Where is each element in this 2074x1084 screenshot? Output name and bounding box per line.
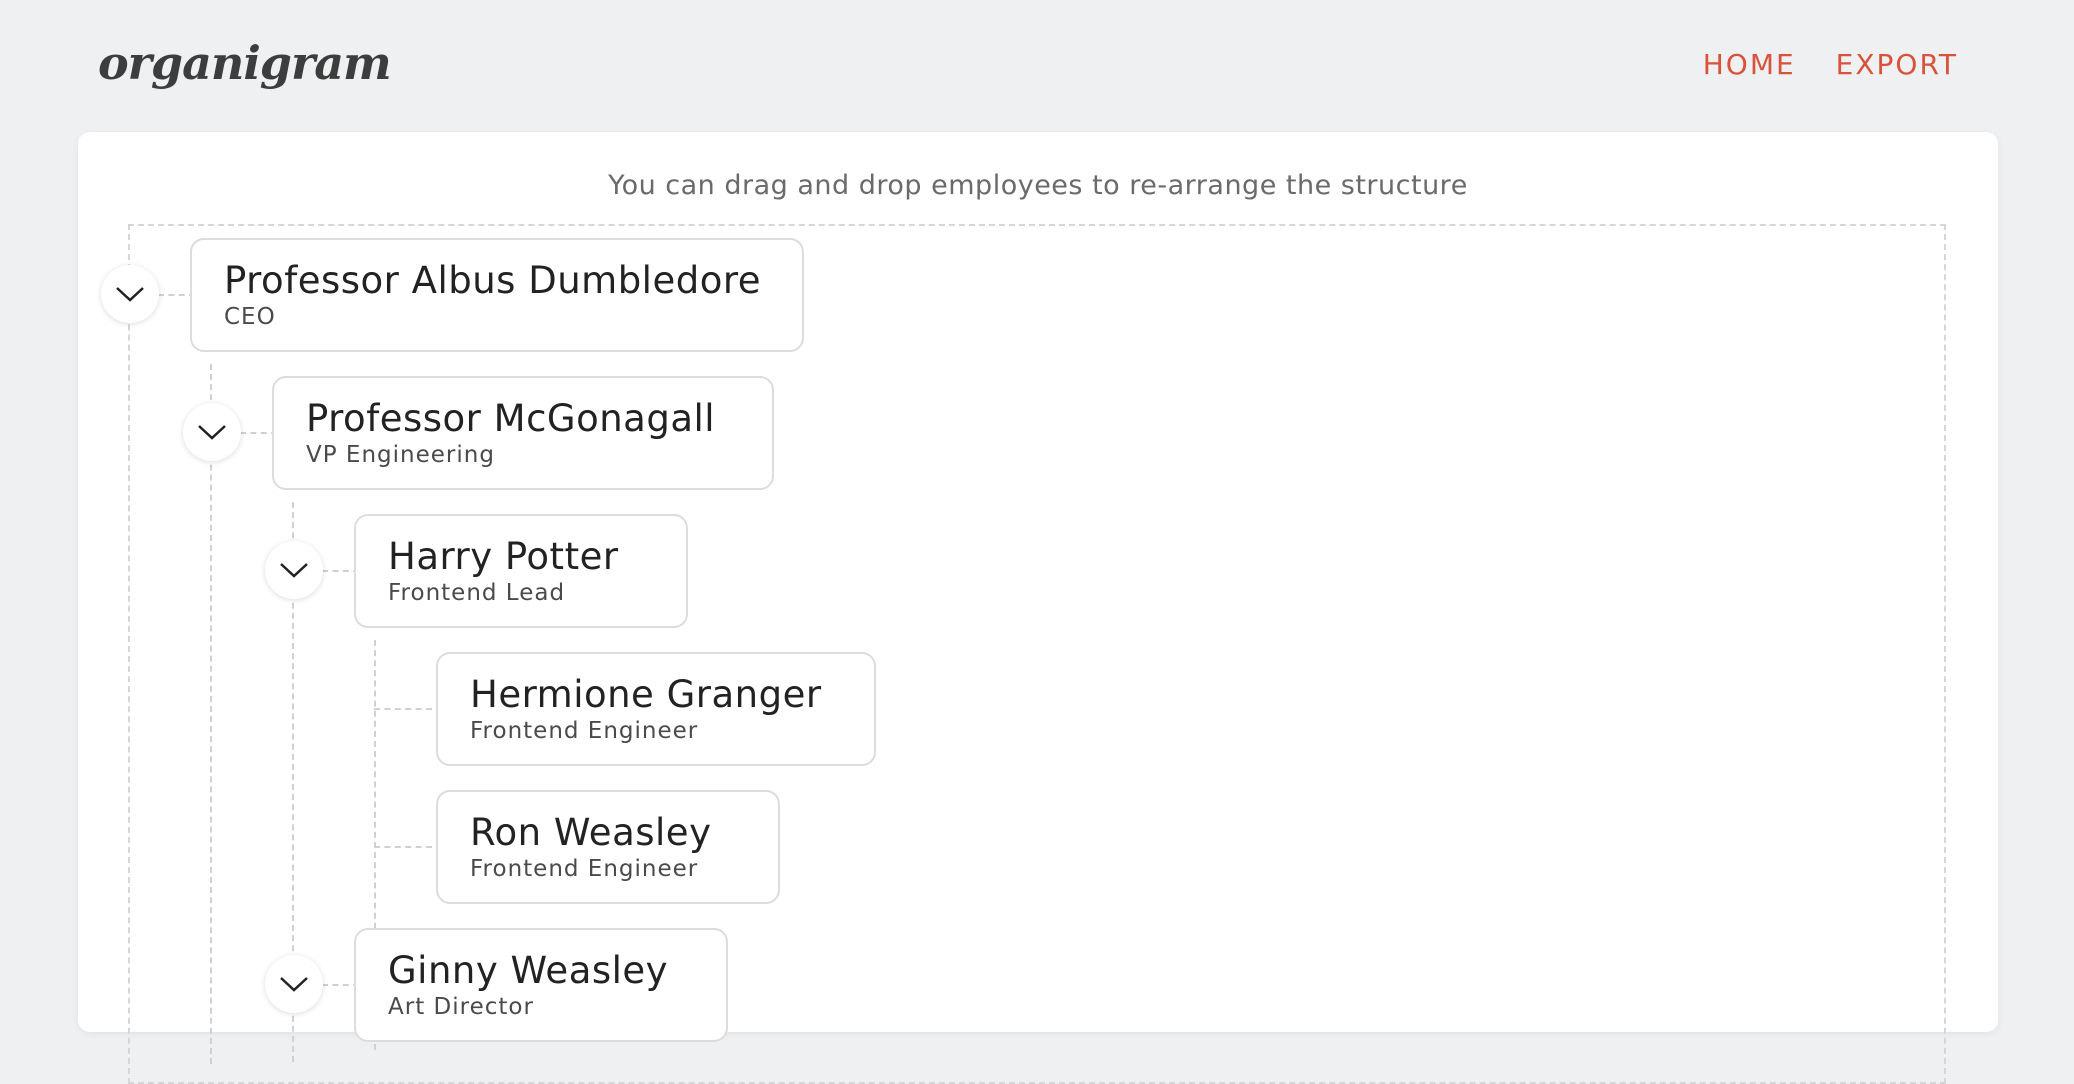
drag-drop-hint: You can drag and drop employees to re-ar… <box>608 170 1468 201</box>
employee-title: Frontend Engineer <box>470 856 699 882</box>
app-logo: organigram <box>98 36 392 90</box>
collapse-toggle-ginny[interactable] <box>265 955 323 1013</box>
employee-name: Professor McGonagall <box>306 397 716 440</box>
top-nav: HOME EXPORT <box>1703 48 1958 81</box>
tree-connector <box>210 364 212 1064</box>
employee-name: Ginny Weasley <box>388 949 669 992</box>
employee-title: Frontend Lead <box>388 580 566 606</box>
nav-home-link[interactable]: HOME <box>1703 48 1796 81</box>
employee-card-ginny[interactable]: Ginny Weasley Art Director <box>354 928 728 1042</box>
employee-title: VP Engineering <box>306 442 495 468</box>
tree-connector <box>374 708 432 710</box>
employee-title: Frontend Engineer <box>470 718 699 744</box>
employee-card-dumbledore[interactable]: Professor Albus Dumbledore CEO <box>190 238 804 352</box>
employee-name: Professor Albus Dumbledore <box>224 259 762 302</box>
employee-card-hermione[interactable]: Hermione Granger Frontend Engineer <box>436 652 876 766</box>
collapse-toggle-mcgonagall[interactable] <box>183 403 241 461</box>
employee-card-harry[interactable]: Harry Potter Frontend Lead <box>354 514 688 628</box>
chevron-down-icon <box>280 977 308 992</box>
employee-name: Hermione Granger <box>470 673 822 716</box>
tree-connector <box>374 846 432 848</box>
employee-title: Art Director <box>388 994 534 1020</box>
collapse-toggle-harry[interactable] <box>265 541 323 599</box>
chevron-down-icon <box>280 563 308 578</box>
employee-card-mcgonagall[interactable]: Professor McGonagall VP Engineering <box>272 376 774 490</box>
chevron-down-icon <box>198 425 226 440</box>
employee-name: Harry Potter <box>388 535 619 578</box>
employee-name: Ron Weasley <box>470 811 712 854</box>
nav-export-link[interactable]: EXPORT <box>1836 48 1958 81</box>
org-chart-card: You can drag and drop employees to re-ar… <box>78 132 1998 1084</box>
employee-card-ron[interactable]: Ron Weasley Frontend Engineer <box>436 790 780 904</box>
collapse-toggle-dumbledore[interactable] <box>101 265 159 323</box>
chevron-down-icon <box>116 287 144 302</box>
employee-title: CEO <box>224 304 276 330</box>
